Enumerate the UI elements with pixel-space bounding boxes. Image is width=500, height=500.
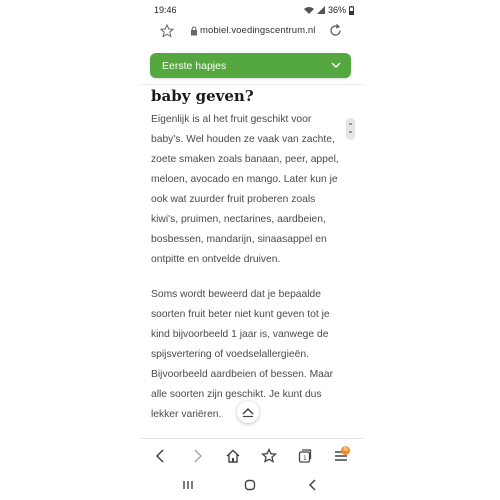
home-button-icon[interactable] (243, 478, 257, 492)
bookmark-star-icon[interactable] (160, 24, 174, 38)
paragraph-line: meloen, avocado en mango. Later kun je (151, 174, 338, 185)
back-button-icon[interactable] (306, 478, 320, 492)
paragraph-line: bosbessen, mandarijn, sinaasappel en (151, 234, 327, 245)
url-text[interactable]: mobiel.voedingscentrum.nl (200, 25, 316, 36)
scroll-to-top-button[interactable] (237, 401, 259, 423)
article-heading: baby geven? (151, 87, 254, 105)
paragraph-line: Eigenlijk is al het fruit geschikt voor (151, 114, 312, 125)
menu-badge: N (341, 446, 350, 455)
signal-icon (316, 6, 325, 14)
forward-icon[interactable] (189, 448, 205, 464)
address-bar[interactable]: mobiel.voedingscentrum.nl (140, 20, 364, 44)
svg-text:1: 1 (303, 455, 307, 462)
back-icon[interactable] (153, 448, 169, 464)
paragraph-line: ook wat zuurder fruit proberen zoals (151, 194, 316, 205)
system-nav-bar (140, 472, 364, 500)
paragraph-line: kind bijvoorbeeld 1 jaar is, vanwege de (151, 329, 329, 340)
paragraph-line: Soms wordt beweerd dat je bepaalde (151, 289, 322, 300)
paragraph-line: soorten fruit beter niet kunt geven tot … (151, 309, 330, 320)
divider (140, 84, 364, 85)
status-icons: 36% (303, 5, 354, 15)
browser-toolbar: 1 N (140, 438, 364, 473)
battery-percent: 36% (327, 5, 346, 15)
paragraph-line: spijsvertering of voedselallergieën. (151, 349, 309, 360)
scroll-handle[interactable] (346, 118, 355, 140)
lock-icon (191, 26, 197, 36)
paragraph-line: ontpitte en ontvelde druiven. (151, 254, 281, 265)
status-time: 19:46 (154, 5, 177, 15)
paragraph-line: zoete smaken zoals banaan, peer, appel, (151, 154, 339, 165)
article-paragraph-1: Eigenlijk is al het fruit geschikt voor … (151, 110, 357, 270)
recent-apps-icon[interactable] (181, 478, 195, 492)
status-bar: 19:46 36% (140, 0, 364, 20)
dropdown-label: Eerste hapjes (162, 60, 227, 72)
wifi-icon (303, 7, 314, 14)
chevron-down-icon (331, 62, 341, 69)
paragraph-line: Bijvoorbeeld aardbeien of bessen. Maar (151, 369, 334, 380)
home-icon[interactable] (225, 448, 241, 464)
bookmarks-icon[interactable] (261, 448, 277, 464)
phone-screen: 19:46 36% mobiel.voedingscentrum.nl Eers… (140, 0, 364, 500)
battery-icon (349, 5, 354, 15)
paragraph-line: baby's. Wel houden ze vaak van zachte, (151, 134, 335, 145)
section-dropdown[interactable]: Eerste hapjes (150, 53, 351, 78)
tabs-icon[interactable]: 1 (297, 448, 313, 464)
reload-icon[interactable] (328, 23, 343, 38)
paragraph-line: kiwi's, pruimen, nectarines, aardbeien, (151, 214, 326, 225)
chevron-up-icon (242, 407, 254, 418)
